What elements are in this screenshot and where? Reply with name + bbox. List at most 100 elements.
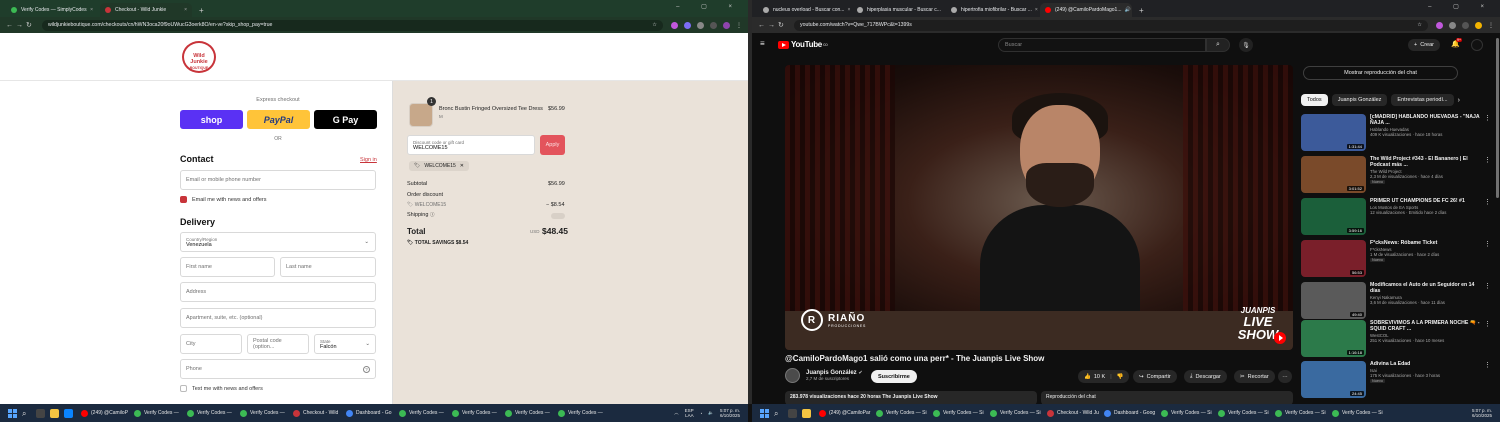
- more-options-icon[interactable]: ⋮: [1484, 361, 1491, 369]
- task-view-icon[interactable]: [36, 408, 45, 418]
- more-options-icon[interactable]: ⋮: [1484, 240, 1491, 248]
- taskbar-task[interactable]: Verify Codes —: [396, 406, 447, 420]
- youtube-logo[interactable]: YouTube CO: [778, 40, 828, 49]
- email-news-checkbox[interactable]: [180, 196, 187, 203]
- country-select[interactable]: Country/Region Venezuela ⌄: [180, 232, 376, 252]
- puzzle-icon[interactable]: [1449, 21, 1456, 29]
- windows-start-icon[interactable]: [8, 408, 17, 418]
- recommendation-title[interactable]: PRIMER UT CHAMPIONS DE FC 26! #1: [1370, 198, 1482, 204]
- clock[interactable]: 5:07 p. m. 6/10/2025: [720, 408, 740, 419]
- clock[interactable]: 5:07 p. m. 6/10/2025: [1472, 408, 1492, 419]
- recommendation-thumbnail[interactable]: 3:59:16: [1301, 198, 1366, 235]
- create-button[interactable]: + Crear: [1408, 39, 1440, 51]
- forward-icon[interactable]: →: [768, 22, 778, 29]
- apartment-field[interactable]: Apartment, suite, etc. (optional): [180, 308, 376, 328]
- video-player[interactable]: R RIAÑO PRODUCCIONES JUANPIS LIVE SHOW: [785, 65, 1293, 350]
- video-description-box[interactable]: 283.978 visualizaciones hace 20 horas Th…: [785, 391, 1037, 404]
- text-news-checkbox[interactable]: [180, 385, 187, 392]
- recommendation-item[interactable]: 49:40 Modificamos el Auto de un Seguidor …: [1301, 282, 1493, 320]
- search-icon[interactable]: ⌕: [22, 409, 31, 418]
- recommendation-item[interactable]: 3:01:52 The Wild Project #343 - El Banane…: [1301, 156, 1493, 194]
- email-field[interactable]: Email or mobile phone number: [180, 170, 376, 190]
- right-tab-2[interactable]: hipertrofia miofibrilar - Buscar ... ×: [946, 3, 1038, 17]
- close-icon[interactable]: ×: [87, 7, 93, 13]
- forward-icon[interactable]: →: [16, 22, 26, 29]
- recommendation-item[interactable]: 1:16:18 SOBREVIVIMOS A LA PRIMERA NOCHE 🔫…: [1301, 320, 1493, 358]
- new-tab-icon[interactable]: +: [194, 6, 209, 17]
- close-icon[interactable]: ✕: [460, 163, 464, 169]
- volume-icon[interactable]: 🔈: [708, 410, 714, 416]
- voice-search-button[interactable]: 🎙: [1239, 38, 1253, 52]
- taskbar-task[interactable]: Verify Codes —: [502, 406, 553, 420]
- last-name-field[interactable]: Last name: [280, 257, 376, 277]
- new-tab-icon[interactable]: +: [1134, 6, 1149, 17]
- clip-button[interactable]: ✂ Recortar: [1234, 370, 1275, 383]
- help-icon[interactable]: ?: [363, 365, 370, 373]
- left-tab-1[interactable]: Checkout - Wild Junkie ×: [100, 3, 192, 17]
- more-actions-button[interactable]: ···: [1278, 370, 1292, 383]
- chip-all[interactable]: Todos: [1301, 94, 1328, 106]
- puzzle-icon[interactable]: [697, 21, 704, 29]
- window-controls-icon[interactable]: – ▢ ×: [1428, 3, 1494, 10]
- taskbar-task[interactable]: Verify Codes — Si: [1272, 406, 1327, 420]
- task-view-icon[interactable]: [788, 408, 797, 418]
- recommendation-title[interactable]: The Wild Project #343 - El Bananero | El…: [1370, 156, 1482, 168]
- channel-avatar[interactable]: [785, 368, 800, 383]
- city-field[interactable]: City: [180, 334, 242, 354]
- profile-avatar[interactable]: [1475, 21, 1482, 29]
- download-button[interactable]: ⤓ Descargar: [1184, 370, 1227, 383]
- first-name-field[interactable]: First name: [180, 257, 275, 277]
- youtube-watermark-icon[interactable]: [1274, 332, 1286, 344]
- file-explorer-icon[interactable]: [50, 408, 59, 418]
- more-options-icon[interactable]: ⋮: [1484, 156, 1491, 164]
- reload-icon[interactable]: ↻: [778, 21, 788, 29]
- right-tab-0[interactable]: nucleus overload - Buscar con... ×: [758, 3, 850, 17]
- taskbar-task[interactable]: (249) @CamiloP: [78, 406, 129, 420]
- taskbar-task[interactable]: (249) @CamiloPar: [816, 406, 871, 420]
- recommendation-thumbnail[interactable]: 56:53: [1301, 240, 1366, 277]
- taskbar-task[interactable]: Verify Codes —: [237, 406, 288, 420]
- taskbar-task[interactable]: Verify Codes — Si: [930, 406, 985, 420]
- recommendation-title[interactable]: SOBREVIVIMOS A LA PRIMERA NOCHE 🔫 - SQUI…: [1370, 320, 1482, 332]
- paypal-button[interactable]: PayPal: [247, 110, 310, 129]
- taskbar-task[interactable]: Verify Codes — Si: [987, 406, 1042, 420]
- recommendation-thumbnail[interactable]: 24:45: [1301, 361, 1366, 398]
- extension-icon[interactable]: [671, 21, 678, 29]
- extension-icon[interactable]: [1436, 21, 1443, 29]
- window-controls-icon[interactable]: – ▢ ×: [676, 3, 742, 10]
- address-bar[interactable]: wildjunkieboutique.com/checkouts/cn/hWN3…: [42, 19, 663, 31]
- taskbar-task[interactable]: Verify Codes —: [555, 406, 606, 420]
- star-icon[interactable]: ☆: [652, 22, 657, 28]
- recommendation-item[interactable]: 24:45 Adivina La Edad Isai 175 K visualizac…: [1301, 361, 1493, 399]
- chevron-right-icon[interactable]: ›: [1458, 97, 1460, 104]
- more-options-icon[interactable]: ⋮: [1484, 198, 1491, 206]
- thumb-down-icon[interactable]: 👎: [1117, 374, 1124, 380]
- store-icon[interactable]: [64, 408, 73, 418]
- wifi-icon[interactable]: ◔: [700, 411, 703, 416]
- recommendation-title[interactable]: Modificamos el Auto de un Seguidor en 14…: [1370, 282, 1482, 294]
- share-button[interactable]: ↪ Compartir: [1133, 370, 1177, 383]
- back-icon[interactable]: ←: [758, 22, 768, 29]
- taskbar-task[interactable]: Checkout - Wild Ju: [1044, 406, 1099, 420]
- star-icon[interactable]: ☆: [1417, 22, 1422, 28]
- language-indicator[interactable]: ESP LAA: [685, 408, 694, 419]
- chevron-up-icon[interactable]: ︿: [674, 410, 679, 416]
- scrollbar[interactable]: [1496, 38, 1499, 198]
- taskbar-task[interactable]: Dashboard - Go: [343, 406, 394, 420]
- file-explorer-icon[interactable]: [802, 408, 811, 418]
- close-icon[interactable]: ×: [844, 7, 850, 13]
- hamburger-menu-icon[interactable]: ≡: [760, 39, 765, 48]
- postal-code-field[interactable]: Postal code (option...: [247, 334, 309, 354]
- taskbar-task[interactable]: Dashboard - Goog: [1101, 406, 1156, 420]
- chat-replay-panel[interactable]: Reproducción del chat: [1041, 391, 1293, 404]
- windows-start-icon[interactable]: [760, 408, 769, 418]
- search-button[interactable]: ⌕: [1206, 38, 1230, 52]
- subscribe-button[interactable]: Suscribirme: [871, 370, 917, 383]
- search-input[interactable]: Buscar: [998, 38, 1206, 52]
- taskbar-task[interactable]: Verify Codes —: [184, 406, 235, 420]
- more-options-icon[interactable]: ⋮: [1484, 320, 1491, 328]
- more-options-icon[interactable]: ⋮: [1484, 282, 1491, 290]
- taskbar-task[interactable]: Verify Codes — Si: [1215, 406, 1270, 420]
- recommendation-title[interactable]: F*cksNews: Róbame Ticket: [1370, 240, 1482, 246]
- taskbar-task[interactable]: Checkout - Wild: [290, 406, 341, 420]
